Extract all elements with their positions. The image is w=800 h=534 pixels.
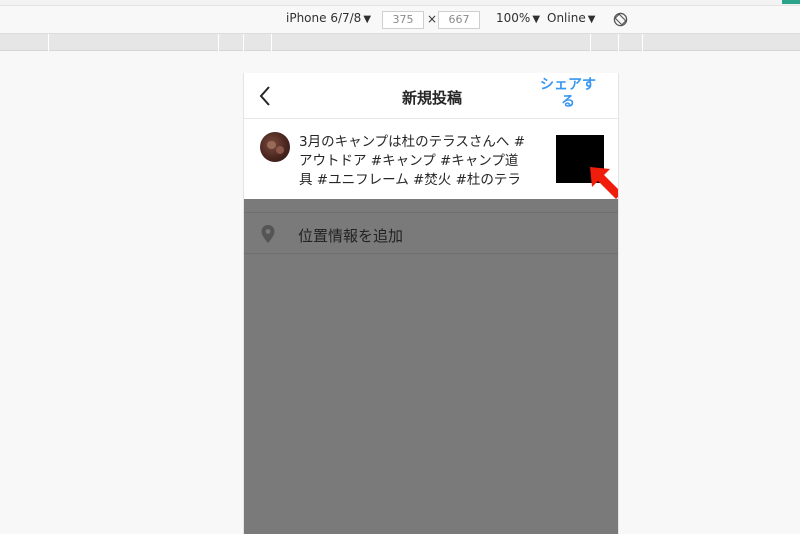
- add-location-label: 位置情報を追加: [298, 227, 404, 245]
- chevron-down-icon: ▼: [532, 14, 541, 25]
- width-input[interactable]: 375: [382, 11, 424, 29]
- dim-overlay: 位置情報を追加: [244, 199, 618, 534]
- share-button[interactable]: シェアする: [534, 77, 602, 111]
- ruler-tick: [642, 34, 643, 51]
- device-selector[interactable]: iPhone 6/7/8 ▼: [286, 11, 371, 25]
- add-location-row[interactable]: 位置情報を追加: [244, 212, 618, 254]
- chevron-down-icon: ▼: [363, 14, 372, 25]
- dimension-separator: ×: [427, 12, 438, 26]
- new-post-header: 新規投稿 シェアする: [244, 73, 618, 119]
- device-selector-label: iPhone 6/7/8: [286, 11, 362, 25]
- ruler-tick: [48, 34, 49, 51]
- devtools-device-toolbar: iPhone 6/7/8 ▼ 375 × 667 100% ▼ Online ▼: [0, 0, 800, 34]
- network-throttle-selector[interactable]: Online ▼: [547, 11, 595, 25]
- location-pin-icon: [261, 225, 275, 243]
- ruler-tick: [243, 34, 244, 51]
- phone-screen: 新規投稿 シェアする 3月のキャンプは杜のテラスさんへ #アウトドア #キャンプ…: [243, 73, 619, 534]
- media-query-ruler: [0, 34, 800, 51]
- caption-input[interactable]: 3月のキャンプは杜のテラスさんへ #アウトドア #キャンプ #キャンプ道具 #ユ…: [299, 133, 531, 185]
- height-input[interactable]: 667: [438, 11, 480, 29]
- avatar: [260, 132, 290, 162]
- zoom-selector[interactable]: 100% ▼: [496, 11, 540, 25]
- avatar-detail: [267, 141, 276, 149]
- devtools-corner-indicator: [782, 0, 800, 4]
- ruler-tick: [618, 34, 619, 51]
- ruler-tick: [590, 34, 591, 51]
- devtools-top-strip: [0, 0, 800, 6]
- network-throttle-label: Online: [547, 11, 586, 25]
- avatar-detail: [276, 146, 284, 154]
- ruler-tick: [271, 34, 272, 51]
- zoom-selector-label: 100%: [496, 11, 531, 25]
- ruler-tick: [218, 34, 219, 51]
- rotate-icon[interactable]: [613, 12, 628, 27]
- chevron-down-icon: ▼: [587, 14, 596, 25]
- compose-area: 3月のキャンプは杜のテラスさんへ #アウトドア #キャンプ #キャンプ道具 #ユ…: [244, 119, 618, 199]
- red-arrow-annotation-icon: [590, 167, 618, 199]
